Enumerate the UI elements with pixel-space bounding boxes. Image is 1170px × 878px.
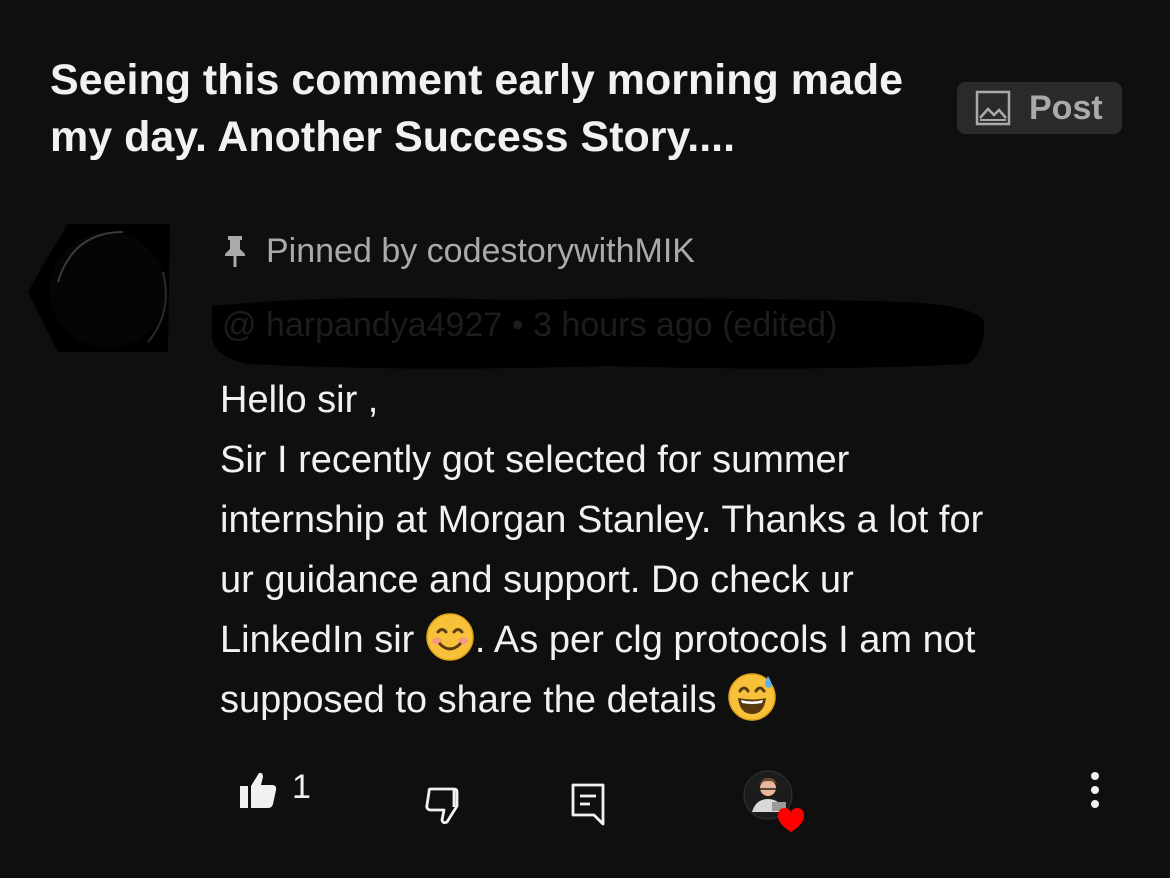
thumbs-up-icon[interactable]	[238, 770, 278, 810]
post-title: Seeing this comment early morning made m…	[50, 56, 904, 161]
author-handle: @ harpandya4927 • 3 hours ago (edited)	[222, 306, 838, 344]
comment-line: supposed to share the details	[220, 670, 1120, 730]
thumbs-down-icon[interactable]	[424, 786, 464, 826]
creator-heart-icon	[742, 768, 808, 834]
comment-fragment: supposed to share the details	[220, 679, 728, 721]
image-icon	[975, 90, 1011, 126]
comment-line: Hello sir ,	[220, 379, 379, 421]
pin-icon	[222, 234, 248, 268]
smiling-face-emoji	[425, 612, 475, 662]
comment-action-bar: 1	[0, 760, 1170, 832]
comment-line: Sir I recently got selected for summer	[220, 439, 850, 481]
comment-fragment: LinkedIn sir	[220, 619, 425, 661]
more-vertical-icon[interactable]	[1078, 768, 1112, 818]
reply-icon[interactable]	[570, 782, 606, 826]
post-chip[interactable]: Post	[957, 82, 1122, 134]
comment-author-meta[interactable]: @ harpandya4927 • 3 hours ago (edited)	[208, 292, 988, 372]
avatar[interactable]	[28, 212, 178, 362]
comment-text: Hello sir , Sir I recently got selected …	[220, 370, 1120, 730]
comment-line: ur guidance and support. Do check ur	[220, 559, 854, 601]
post-chip-label: Post	[1029, 88, 1103, 127]
comment-fragment: . As per clg protocols I am not	[474, 619, 976, 661]
pinned-indicator: Pinned by codestorywithMIK	[222, 230, 695, 272]
pinned-label: Pinned by codestorywithMIK	[266, 231, 695, 270]
comment-line: LinkedIn sir . As per clg protocols I am…	[220, 610, 1120, 670]
comment-line: internship at Morgan Stanley. Thanks a l…	[220, 499, 984, 541]
grinning-sweat-emoji	[727, 672, 777, 722]
like-count: 1	[292, 768, 311, 806]
